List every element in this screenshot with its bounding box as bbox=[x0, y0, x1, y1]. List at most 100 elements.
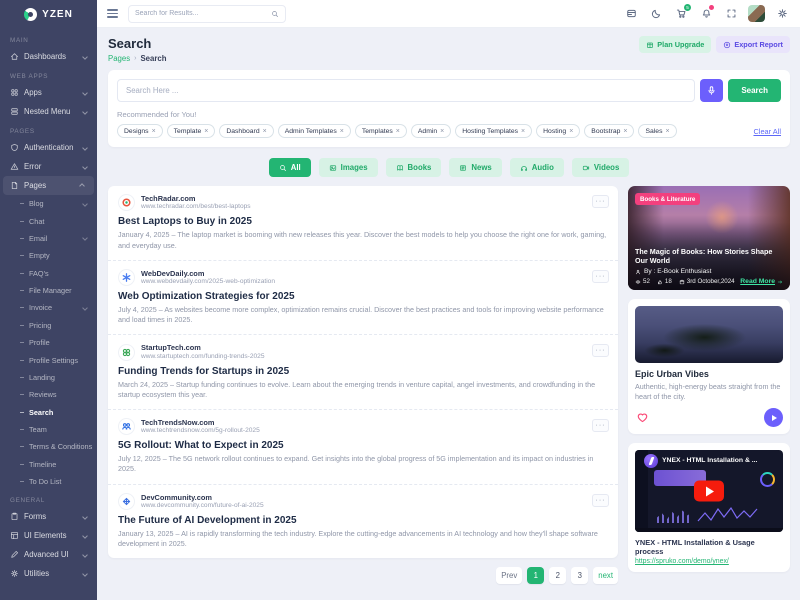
close-icon[interactable] bbox=[623, 128, 627, 135]
topbar-search-input[interactable] bbox=[135, 10, 271, 17]
play-button[interactable] bbox=[764, 408, 783, 427]
close-icon[interactable] bbox=[263, 128, 267, 135]
sidebar-item-ui-elements[interactable]: UI Elements bbox=[0, 526, 97, 545]
pagination-page-3[interactable]: 3 bbox=[571, 567, 588, 584]
filter-videos-button[interactable]: Videos bbox=[572, 158, 629, 177]
sidebar-item-apps[interactable]: Apps bbox=[0, 83, 97, 102]
fullscreen-icon[interactable] bbox=[723, 6, 739, 22]
result-site[interactable]: WebDevDaily.com bbox=[141, 269, 275, 278]
bell-icon[interactable] bbox=[698, 6, 714, 22]
sidebar-item-nested-menu[interactable]: Nested Menu bbox=[0, 102, 97, 121]
sidebar-subitem-profile-settings[interactable]: Profile Settings bbox=[0, 351, 97, 368]
sidebar-subitem-timeline[interactable]: Timeline bbox=[0, 456, 97, 473]
sidebar-subitem-chat[interactable]: Chat bbox=[0, 212, 97, 229]
flag-icon[interactable] bbox=[623, 6, 639, 22]
tag-templates[interactable]: Templates bbox=[355, 124, 407, 138]
brand-logo[interactable]: YZEN bbox=[0, 0, 97, 28]
sidebar-subitem-blog[interactable]: Blog bbox=[0, 195, 97, 212]
close-icon[interactable] bbox=[665, 128, 669, 135]
sidebar-subitem-email[interactable]: Email bbox=[0, 230, 97, 247]
breadcrumb-pages[interactable]: Pages bbox=[108, 54, 130, 63]
tag-hosting-templates[interactable]: Hosting Templates bbox=[455, 124, 532, 138]
more-options-icon[interactable] bbox=[592, 270, 609, 283]
pagination-next[interactable]: next bbox=[593, 567, 618, 584]
close-icon[interactable] bbox=[521, 128, 525, 135]
tag-admin-templates[interactable]: Admin Templates bbox=[278, 124, 351, 138]
close-icon[interactable] bbox=[440, 128, 444, 135]
pagination-page-1[interactable]: 1 bbox=[527, 567, 544, 584]
sidebar-subitem-team[interactable]: Team bbox=[0, 421, 97, 438]
plan-upgrade-button[interactable]: Plan Upgrade bbox=[639, 36, 711, 53]
sidebar-subitem-reviews[interactable]: Reviews bbox=[0, 386, 97, 403]
search-icon[interactable] bbox=[271, 10, 279, 18]
sidebar-subitem-file-manager[interactable]: File Manager bbox=[0, 282, 97, 299]
result-title[interactable]: 5G Rollout: What to Expect in 2025 bbox=[118, 440, 608, 451]
sidebar-subitem-empty[interactable]: Empty bbox=[0, 247, 97, 264]
video-thumbnail[interactable]: YNEX - HTML Installation & ... bbox=[635, 450, 783, 532]
result-title[interactable]: Web Optimization Strategies for 2025 bbox=[118, 291, 608, 302]
sidebar-subitem-invoice[interactable]: Invoice bbox=[0, 299, 97, 316]
filter-books-button[interactable]: Books bbox=[386, 158, 442, 177]
sidebar-subitem-pricing[interactable]: Pricing bbox=[0, 317, 97, 334]
search-button[interactable]: Search bbox=[728, 79, 781, 102]
search-input[interactable] bbox=[117, 79, 695, 102]
sidebar-item-forms[interactable]: Forms bbox=[0, 507, 97, 526]
user-avatar[interactable] bbox=[748, 5, 765, 22]
close-icon[interactable] bbox=[340, 128, 344, 135]
sidebar-subitem-search[interactable]: Search bbox=[0, 404, 97, 421]
sidebar-subitem-profile[interactable]: Profile bbox=[0, 334, 97, 351]
sidebar-subitem-landing[interactable]: Landing bbox=[0, 369, 97, 386]
result-item-devcommunity: DevCommunity.com www.devcommunity.com/fu… bbox=[108, 485, 618, 559]
result-site[interactable]: TechRadar.com bbox=[141, 194, 251, 203]
close-icon[interactable] bbox=[396, 128, 400, 135]
result-title[interactable]: Best Laptops to Buy in 2025 bbox=[118, 216, 608, 227]
sidebar-subitem-terms[interactable]: Terms & Conditions bbox=[0, 438, 97, 455]
filter-news-button[interactable]: News bbox=[449, 158, 501, 177]
export-report-button[interactable]: Export Report bbox=[716, 36, 790, 53]
more-options-icon[interactable] bbox=[592, 195, 609, 208]
sidebar-item-pages[interactable]: Pages bbox=[3, 176, 94, 195]
filter-images-button[interactable]: Images bbox=[319, 158, 378, 177]
more-options-icon[interactable] bbox=[592, 494, 609, 507]
sidebar-item-dashboards[interactable]: Dashboards bbox=[0, 47, 97, 66]
tag-dashboard[interactable]: Dashboard bbox=[219, 124, 273, 138]
result-title[interactable]: The Future of AI Development in 2025 bbox=[118, 515, 608, 526]
close-icon[interactable] bbox=[204, 128, 208, 135]
moon-icon[interactable] bbox=[648, 6, 664, 22]
clear-all-link[interactable]: Clear All bbox=[753, 127, 781, 136]
more-options-icon[interactable] bbox=[592, 419, 609, 432]
read-more-link[interactable]: Read More bbox=[740, 278, 783, 285]
close-icon[interactable] bbox=[152, 128, 156, 135]
more-options-icon[interactable] bbox=[592, 344, 609, 357]
tag-bootstrap[interactable]: Bootstrap bbox=[584, 124, 634, 138]
result-site[interactable]: TechTrendsNow.com bbox=[141, 418, 260, 427]
filter-all-button[interactable]: All bbox=[269, 158, 311, 177]
video-link[interactable]: https://spruko.com/demo/ynex/ bbox=[635, 558, 783, 565]
book-feature-card[interactable]: Books & Literature The Magic of Books: H… bbox=[628, 186, 790, 290]
sidebar-item-authentication[interactable]: Authentication bbox=[0, 138, 97, 157]
tag-hosting[interactable]: Hosting bbox=[536, 124, 580, 138]
tag-admin[interactable]: Admin bbox=[411, 124, 451, 138]
tag-template[interactable]: Template bbox=[167, 124, 216, 138]
close-icon[interactable] bbox=[569, 128, 573, 135]
like-heart-icon[interactable] bbox=[635, 411, 649, 425]
sidebar-subitem-todo[interactable]: To Do List bbox=[0, 473, 97, 490]
sidebar-item-advanced-ui[interactable]: Advanced UI bbox=[0, 545, 97, 564]
tag-designs[interactable]: Designs bbox=[117, 124, 163, 138]
result-site[interactable]: StartupTech.com bbox=[141, 343, 265, 352]
filter-audio-button[interactable]: Audio bbox=[510, 158, 564, 177]
youtube-play-icon[interactable] bbox=[694, 481, 724, 502]
settings-gear-icon[interactable] bbox=[774, 6, 790, 22]
voice-search-button[interactable] bbox=[700, 79, 723, 102]
category-badge[interactable]: Books & Literature bbox=[635, 193, 700, 205]
sidebar-subitem-faqs[interactable]: FAQ's bbox=[0, 265, 97, 282]
pagination-prev[interactable]: Prev bbox=[496, 567, 522, 584]
tag-sales[interactable]: Sales bbox=[638, 124, 676, 138]
result-title[interactable]: Funding Trends for Startups in 2025 bbox=[118, 366, 608, 377]
menu-toggle-icon[interactable] bbox=[107, 9, 118, 17]
cart-icon[interactable]: 5 bbox=[673, 6, 689, 22]
sidebar-item-utilities[interactable]: Utilities bbox=[0, 564, 97, 583]
result-site[interactable]: DevCommunity.com bbox=[141, 493, 264, 502]
pagination-page-2[interactable]: 2 bbox=[549, 567, 566, 584]
sidebar-item-error[interactable]: Error bbox=[0, 157, 97, 176]
